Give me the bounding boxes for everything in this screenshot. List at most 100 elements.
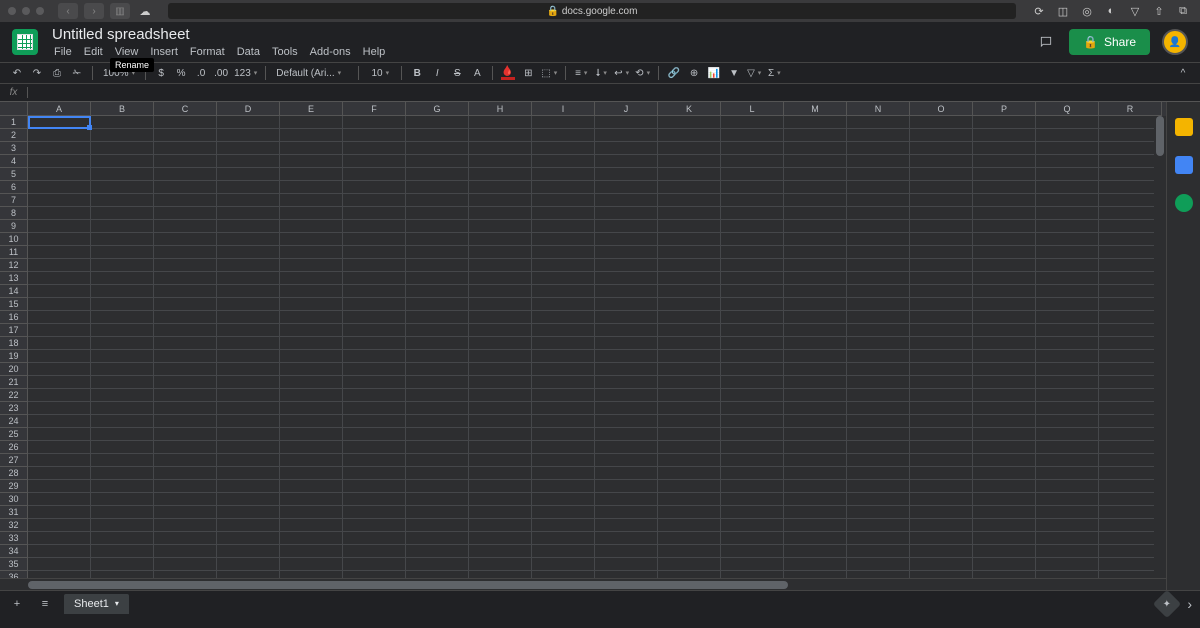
cell[interactable] [910, 415, 973, 428]
select-all-corner[interactable] [0, 102, 28, 116]
cell[interactable] [406, 259, 469, 272]
cell[interactable] [784, 532, 847, 545]
cell[interactable] [28, 298, 91, 311]
cell[interactable] [784, 142, 847, 155]
cell[interactable] [532, 285, 595, 298]
cell[interactable] [469, 298, 532, 311]
cell[interactable] [280, 350, 343, 363]
undo-button[interactable]: ↶ [8, 64, 26, 82]
cell[interactable] [469, 402, 532, 415]
reader-icon[interactable]: ◐ [1102, 3, 1120, 19]
cell[interactable] [28, 467, 91, 480]
cell[interactable] [721, 558, 784, 571]
cell[interactable] [469, 142, 532, 155]
cell[interactable] [154, 259, 217, 272]
cell[interactable] [406, 480, 469, 493]
cell[interactable] [910, 116, 973, 129]
cell[interactable] [1036, 376, 1099, 389]
cell[interactable] [1099, 324, 1162, 337]
cell[interactable] [154, 493, 217, 506]
cell[interactable] [784, 402, 847, 415]
comments-button[interactable] [1035, 31, 1057, 53]
column-header[interactable]: M [784, 102, 847, 116]
cell[interactable] [910, 181, 973, 194]
cell[interactable] [469, 571, 532, 578]
cell[interactable] [910, 506, 973, 519]
cell[interactable] [1099, 454, 1162, 467]
cell[interactable] [973, 207, 1036, 220]
cell[interactable] [28, 389, 91, 402]
cell[interactable] [784, 571, 847, 578]
cell[interactable] [532, 246, 595, 259]
cell[interactable] [658, 558, 721, 571]
document-title[interactable]: Untitled spreadsheet [48, 25, 391, 44]
cell[interactable] [658, 272, 721, 285]
cell[interactable] [280, 454, 343, 467]
side-panel-toggle[interactable]: › [1187, 596, 1192, 612]
cell[interactable] [532, 519, 595, 532]
cell[interactable] [595, 142, 658, 155]
cell[interactable] [406, 571, 469, 578]
cell[interactable] [595, 181, 658, 194]
cell[interactable] [721, 246, 784, 259]
cell[interactable] [721, 493, 784, 506]
cell[interactable] [280, 558, 343, 571]
cell[interactable] [154, 220, 217, 233]
cell[interactable] [343, 350, 406, 363]
cell[interactable] [532, 467, 595, 480]
cell[interactable] [406, 129, 469, 142]
cell[interactable] [343, 480, 406, 493]
collapse-toolbar-button[interactable]: ^ [1174, 64, 1192, 82]
cell[interactable] [973, 571, 1036, 578]
cell[interactable] [217, 285, 280, 298]
cell[interactable] [847, 155, 910, 168]
cell[interactable] [973, 415, 1036, 428]
cell[interactable] [532, 207, 595, 220]
column-header[interactable]: H [469, 102, 532, 116]
cell[interactable] [595, 441, 658, 454]
row-header[interactable]: 24 [0, 415, 28, 428]
cell[interactable] [1099, 415, 1162, 428]
cell[interactable] [406, 181, 469, 194]
cell[interactable] [1036, 233, 1099, 246]
cell[interactable] [658, 493, 721, 506]
cell[interactable] [910, 285, 973, 298]
column-header[interactable]: B [91, 102, 154, 116]
cell[interactable] [280, 220, 343, 233]
cell[interactable] [910, 519, 973, 532]
cell[interactable] [1099, 259, 1162, 272]
merge-button[interactable]: ⬚ [539, 64, 559, 82]
column-header[interactable]: Q [1036, 102, 1099, 116]
cell[interactable] [910, 272, 973, 285]
cell[interactable] [658, 194, 721, 207]
cell[interactable] [28, 480, 91, 493]
cell[interactable] [1099, 116, 1162, 129]
cell[interactable] [280, 311, 343, 324]
cell[interactable] [532, 337, 595, 350]
row-header[interactable]: 19 [0, 350, 28, 363]
cell[interactable] [91, 272, 154, 285]
link-button[interactable]: 🔗 [665, 64, 683, 82]
increase-decimal-button[interactable]: .00 [212, 64, 230, 82]
cell[interactable] [154, 181, 217, 194]
cell[interactable] [91, 116, 154, 129]
cell[interactable] [217, 415, 280, 428]
cell[interactable] [847, 428, 910, 441]
column-header[interactable]: N [847, 102, 910, 116]
cell[interactable] [847, 545, 910, 558]
cell[interactable] [595, 155, 658, 168]
cell[interactable] [721, 129, 784, 142]
cell[interactable] [658, 363, 721, 376]
cell[interactable] [847, 324, 910, 337]
cell[interactable] [217, 467, 280, 480]
cell[interactable] [847, 259, 910, 272]
cell[interactable] [406, 415, 469, 428]
cell[interactable] [469, 311, 532, 324]
cell[interactable] [847, 376, 910, 389]
cell[interactable] [532, 558, 595, 571]
cell[interactable] [784, 337, 847, 350]
column-header[interactable]: D [217, 102, 280, 116]
cell[interactable] [784, 259, 847, 272]
menu-format[interactable]: Format [184, 44, 231, 60]
cell[interactable] [1036, 571, 1099, 578]
